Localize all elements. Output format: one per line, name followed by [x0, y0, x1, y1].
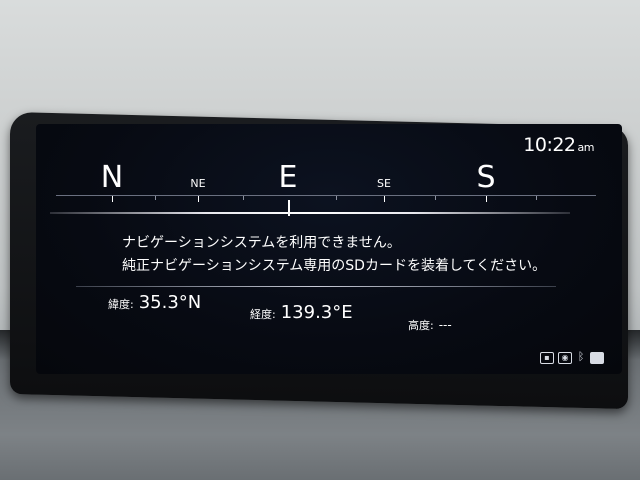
- bluetooth-icon: ᛒ: [577, 350, 585, 363]
- status-icon-bar: ▪ ◉ ᛒ: [540, 350, 604, 364]
- compass-east: E: [278, 160, 298, 195]
- compass-tick: [155, 196, 156, 200]
- message-icon: ▪: [540, 352, 554, 364]
- compass-tick: [336, 196, 337, 200]
- latitude-readout: 緯度: 35.3°N: [108, 292, 201, 313]
- longitude-value: 139.3°E: [280, 302, 353, 323]
- altitude-label: 高度:: [408, 319, 434, 332]
- compass-tick: [435, 196, 436, 200]
- battery-icon: [590, 352, 604, 364]
- altitude-readout: 高度: ---: [408, 314, 452, 333]
- compass-scale-line: [56, 195, 596, 196]
- compass-baseline: [50, 212, 570, 214]
- message-line-1: ナビゲーションシステムを利用できません。: [122, 235, 401, 251]
- compass-southeast: SE: [377, 177, 391, 190]
- compass-tick: [384, 196, 385, 202]
- longitude-readout: 経度: 139.3°E: [250, 302, 353, 323]
- compass-south: S: [476, 160, 496, 195]
- compass-tick: [486, 196, 487, 202]
- message-line-2: 純正ナビゲーションシステム専用のSDカードを装着してください。: [122, 258, 547, 274]
- longitude-label: 経度:: [250, 308, 276, 321]
- camera-icon: ◉: [558, 352, 572, 364]
- section-divider: [76, 286, 556, 287]
- compass-strip: N NE E SE S: [36, 124, 622, 234]
- navigation-unavailable-message: ナビゲーションシステムを利用できません。 純正ナビゲーションシステム専用のSDカ…: [122, 232, 546, 278]
- compass-tick: [112, 196, 113, 202]
- compass-tick: [243, 196, 244, 200]
- latitude-label: 緯度:: [108, 298, 134, 311]
- compass-northeast: NE: [190, 177, 206, 190]
- infotainment-screen: 10:22 am N NE E SE S ナビゲーションシステムを利用できません。…: [36, 124, 622, 374]
- compass-north: N: [100, 160, 124, 195]
- altitude-value: ---: [438, 318, 452, 332]
- compass-tick: [198, 196, 199, 202]
- latitude-value: 35.3°N: [138, 292, 202, 313]
- compass-tick: [536, 196, 537, 200]
